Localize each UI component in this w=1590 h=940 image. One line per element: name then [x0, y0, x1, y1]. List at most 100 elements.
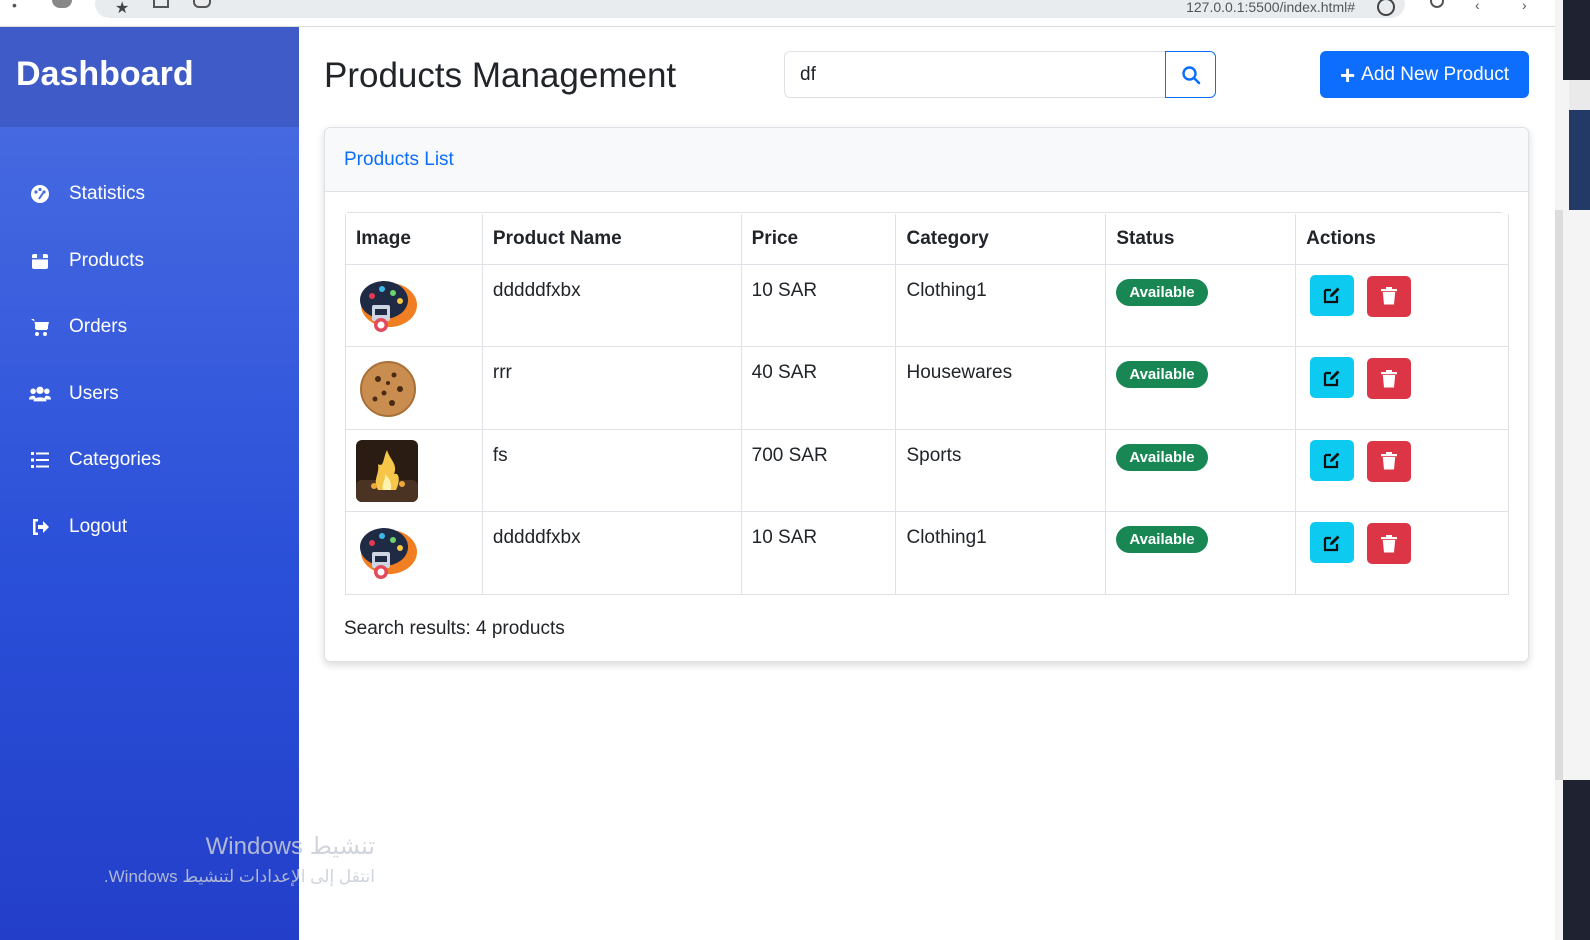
- delete-button[interactable]: [1367, 358, 1412, 399]
- sidebar-item-categories[interactable]: Categories: [0, 427, 299, 494]
- sidebar-item-label: Categories: [69, 449, 161, 471]
- edit-icon: [1324, 452, 1340, 469]
- page-title: Products Management: [324, 56, 677, 95]
- menu-dot-icon[interactable]: •: [12, 0, 17, 12]
- search-input[interactable]: [784, 51, 1165, 98]
- table-row: rrr 40 SAR Housewares Available: [345, 346, 1509, 430]
- sidebar-item-users[interactable]: Users: [0, 361, 299, 428]
- product-category-cell: Clothing1: [895, 263, 1107, 347]
- edit-button[interactable]: [1310, 274, 1355, 316]
- status-badge: Available: [1116, 278, 1208, 306]
- extension-icon[interactable]: [153, 0, 169, 8]
- robot-thumbnail-icon: [360, 528, 417, 579]
- products-card: Products List Image Product Name Price C…: [324, 127, 1529, 662]
- product-status-cell: Available: [1105, 346, 1297, 430]
- palette-icon: [28, 183, 52, 205]
- delete-button[interactable]: [1367, 440, 1412, 482]
- card-title: Products List: [344, 149, 454, 170]
- product-price-cell: 700 SAR: [740, 428, 897, 512]
- robot-thumbnail-icon: [360, 280, 417, 332]
- product-image-cell: [345, 511, 483, 595]
- users-icon: [28, 383, 52, 405]
- product-status-cell: Available: [1105, 263, 1297, 347]
- search-group: [784, 51, 1216, 98]
- product-price-cell: 10 SAR: [740, 511, 897, 595]
- search-icon: [1181, 65, 1200, 84]
- card-header: Products List: [325, 128, 1528, 192]
- product-price-cell: 10 SAR: [740, 263, 897, 347]
- sidebar-item-statistics[interactable]: Statistics: [0, 161, 299, 228]
- forward-icon[interactable]: ›: [1522, 0, 1527, 12]
- link-icon[interactable]: [193, 0, 211, 8]
- flame-photo-thumbnail-icon: [356, 439, 418, 502]
- address-bar[interactable]: ★ 127.0.0.1:5500/index.html#: [95, 0, 1405, 18]
- watermark-line-1: تنشيط Windows: [205, 833, 375, 860]
- edit-icon: [1324, 535, 1340, 551]
- product-category-cell: Clothing1: [895, 511, 1107, 595]
- windows-activation-watermark: تنشيط Windows انتقل إلى الإعدادات لتنشيط…: [90, 832, 375, 887]
- cookie-thumbnail-icon: [360, 361, 416, 417]
- status-badge: Available: [1116, 361, 1208, 388]
- table-row: fs 700 SAR Sports Available: [345, 428, 1509, 512]
- column-header-status: Status: [1105, 214, 1297, 265]
- product-price-cell: 40 SAR: [740, 346, 897, 430]
- sidebar-item-label: Logout: [69, 515, 128, 537]
- product-actions-cell: [1295, 346, 1509, 430]
- edit-button[interactable]: [1310, 522, 1355, 563]
- products-table: Image Product Name Price Category Status…: [345, 214, 1509, 595]
- column-header-product-name: Product Name: [481, 214, 742, 265]
- trash-icon: [1381, 369, 1398, 387]
- product-image-cell: [345, 346, 483, 430]
- search-results-text: Search results: 4 products: [344, 618, 565, 639]
- search-button[interactable]: [1165, 51, 1216, 98]
- sidebar-item-orders[interactable]: Orders: [0, 294, 299, 361]
- site-info-icon[interactable]: [1377, 0, 1395, 16]
- sidebar-item-label: Users: [69, 382, 119, 404]
- column-header-actions: Actions: [1295, 214, 1509, 265]
- product-name-cell: dddddfxbx: [481, 263, 742, 347]
- status-badge: Available: [1116, 526, 1208, 553]
- edit-button[interactable]: [1310, 439, 1355, 481]
- bookmark-star-icon[interactable]: ★: [115, 0, 129, 18]
- logout-icon: [28, 516, 52, 538]
- table-top-border: [347, 212, 1502, 213]
- product-image-cell: [345, 263, 483, 347]
- product-status-cell: Available: [1105, 428, 1297, 512]
- avatar-icon[interactable]: [52, 0, 72, 8]
- browser-toolbar: • ★ 127.0.0.1:5500/index.html# ‹ ›: [0, 0, 1590, 27]
- add-product-label: Add New Product: [1361, 63, 1510, 85]
- right-edge-panel: [1555, 0, 1590, 940]
- edit-button[interactable]: [1310, 357, 1355, 398]
- plus-icon: +: [1339, 59, 1356, 90]
- edit-icon: [1324, 287, 1340, 304]
- column-header-image: Image: [345, 214, 483, 265]
- product-name-cell: dddddfxbx: [481, 511, 742, 595]
- trash-icon: [1381, 452, 1398, 470]
- product-actions-cell: [1295, 511, 1509, 595]
- back-icon[interactable]: ‹: [1475, 0, 1480, 12]
- table-row: dddddfxbx 10 SAR Clothing1 Available: [345, 263, 1509, 347]
- column-header-category: Category: [895, 214, 1107, 265]
- sidebar-nav: Statistics Products Orders Users Categor…: [0, 161, 299, 560]
- sidebar-item-label: Statistics: [69, 183, 146, 205]
- edit-icon: [1324, 370, 1340, 386]
- table-row: dddddfxbx 10 SAR Clothing1 Available: [345, 511, 1509, 595]
- reload-icon[interactable]: [1430, 0, 1444, 8]
- trash-icon: [1381, 287, 1398, 305]
- sidebar: Dashboard Statistics Products Orders Use…: [0, 27, 299, 940]
- sidebar-item-logout[interactable]: Logout: [0, 494, 299, 561]
- product-actions-cell: [1295, 263, 1509, 347]
- product-status-cell: Available: [1105, 511, 1297, 595]
- sidebar-item-label: Products: [69, 249, 144, 271]
- delete-button[interactable]: [1367, 275, 1412, 317]
- url-text[interactable]: 127.0.0.1:5500/index.html#: [1186, 0, 1355, 15]
- product-category-cell: Sports: [895, 428, 1107, 512]
- delete-button[interactable]: [1367, 523, 1412, 564]
- add-product-button[interactable]: + Add New Product: [1320, 51, 1529, 98]
- product-name-cell: rrr: [481, 346, 742, 430]
- cart-icon: [28, 316, 52, 338]
- sidebar-item-label: Orders: [69, 316, 128, 338]
- product-name-cell: fs: [481, 428, 742, 512]
- product-actions-cell: [1295, 428, 1509, 512]
- sidebar-item-products[interactable]: Products: [0, 228, 299, 295]
